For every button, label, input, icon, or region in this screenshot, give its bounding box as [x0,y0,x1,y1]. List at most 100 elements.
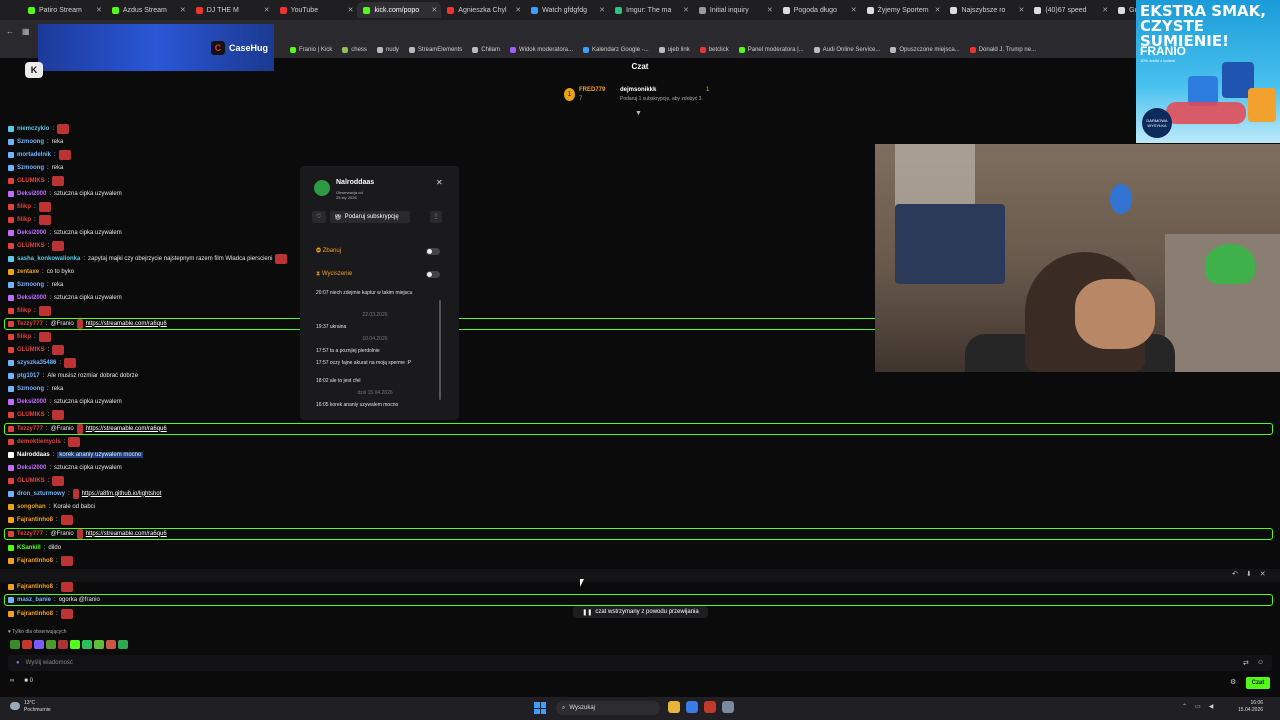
chat-link[interactable]: https://streamable.com/ra6qu6 [86,426,167,432]
ban-row[interactable]: ⛔︎ Zbanuj [316,245,440,257]
chat-username[interactable]: masz_banie [17,597,51,603]
user-card-name[interactable]: Nalroddaas [336,179,374,186]
chat-message[interactable]: masz_banie: ogorka @franio [8,593,100,606]
chat-username[interactable]: Nalroddaas [17,452,50,458]
browser-tab[interactable]: Watch gfdgfdg ✕ [525,2,609,18]
chat-username[interactable]: GLUMIKS [17,347,45,353]
chat-message[interactable]: GLUMIKS: [8,239,65,252]
tab-close-icon[interactable]: ✕ [431,6,437,14]
message-history[interactable]: 20:07 niech zdejmie kaptur w takim miejs… [310,290,440,414]
chat-username[interactable]: Szmoong [17,165,44,171]
emote-7[interactable] [82,640,92,649]
chat-message[interactable]: filikp: [8,200,51,213]
bookmark-item[interactable]: betclick [699,47,729,53]
reply-icon[interactable]: ↶ [1232,570,1238,578]
top-gifter-name[interactable]: FRED779 [579,87,605,93]
chat-username[interactable]: filikp [17,204,31,210]
chat-username[interactable]: GLUMIKS [17,478,45,484]
tab-close-icon[interactable]: ✕ [96,6,102,14]
chat-username[interactable]: Szmoong [17,386,44,392]
franio-ad[interactable]: EKSTRA SMAK, CZYSTE SUMIENIE! FRANIO 10%… [1136,0,1280,143]
chat-username[interactable]: filikp [17,334,31,340]
bookmark-item[interactable]: Opuszczone miejsca... [890,47,960,53]
settings-gear-icon[interactable]: ⚙ [1230,678,1236,686]
follow-heart-icon[interactable]: ♡ [312,211,326,223]
chat-message[interactable]: GLUMIKS: [8,474,65,487]
chat-message[interactable]: ptg1017: Ale musisz rozmiar dobrać dobrze [8,369,138,382]
browser-tab[interactable]: Initial inquiry ✕ [693,2,777,18]
tab-close-icon[interactable]: ✕ [1018,6,1024,14]
chat-username[interactable]: zentaxe [17,269,39,275]
emote-6[interactable] [70,640,80,649]
bookmark-item[interactable]: Donald J. Trump ne... [969,47,1036,53]
chat-username[interactable]: Tezzy777 [17,531,43,537]
tab-close-icon[interactable]: ✕ [683,6,689,14]
chat-input[interactable]: ● Wyślij wiadomość [8,655,1272,671]
browser-tab[interactable]: kick.com/popo ✕ [357,2,442,18]
emote-8[interactable] [94,640,104,649]
settings-icon[interactable] [722,701,734,713]
chat-username[interactable]: filikp [17,217,31,223]
weather-widget[interactable]: 13°C Pochmurnie [10,700,51,714]
chat-message[interactable]: demoktiemyols: [8,435,81,448]
chat-message[interactable]: filikp: [8,213,51,226]
chat-message[interactable]: zentaxe: co to byko [8,265,74,278]
emote-5[interactable] [58,640,68,649]
tab-close-icon[interactable]: ✕ [264,6,270,14]
chat-username[interactable]: mortadelnik [17,152,51,158]
chat-message[interactable]: filikp: [8,304,51,317]
chat-username[interactable]: Deksi2000 [17,465,46,471]
browser-tab[interactable]: Żyjemy Sportem ✕ [861,2,945,18]
chat-username[interactable]: dron_szturmowy [17,491,65,497]
chat-message[interactable]: Fajrantinho8: [8,513,73,526]
chat-link[interactable]: https://streamable.com/ra6qu6 [86,531,167,537]
webcam-video[interactable] [875,144,1280,372]
points-counter[interactable]: ■ 0 [24,678,33,684]
chat-username[interactable]: niemczykio [17,126,49,132]
delete-icon[interactable]: ✕ [1260,570,1266,578]
chat-username[interactable]: songohan [17,504,46,510]
bookmark-item[interactable]: chess [342,47,367,53]
chat-message[interactable]: Szmoong: reka [8,135,63,148]
collapse-chevron-icon[interactable]: ▼ [635,110,642,117]
chat-username[interactable]: szyszka35486 [17,360,56,366]
emote-1[interactable] [10,640,20,649]
tab-close-icon[interactable]: ✕ [935,6,941,14]
chat-message[interactable]: Szmoong: reka [8,161,63,174]
chat-message[interactable]: KSankill: dildo [8,541,61,554]
bookmark-item[interactable]: ujeb link [658,47,690,53]
chat-message[interactable]: mortadelnik: [8,148,71,161]
tab-close-icon[interactable]: ✕ [851,6,857,14]
send-chat-button[interactable]: Czat [1246,677,1270,689]
taskbar-clock[interactable]: 16:06 15.04.2026 [1238,700,1263,714]
chat-message[interactable]: Tezzy777: @Franio https://streamable.com/r… [8,527,167,540]
emote-2[interactable] [22,640,32,649]
pin-icon[interactable]: ⬇ [1246,570,1252,578]
chat-username[interactable]: ptg1017 [17,373,40,379]
chat-message[interactable]: Deksi2000: sztuczna cipka uzywalem [8,291,122,304]
chat-message[interactable]: GLUMIKS: [8,343,65,356]
chat-message[interactable]: niemczykio: [8,122,70,135]
chat-message[interactable]: GLUMIKS: [8,174,65,187]
chat-username[interactable]: Tezzy777 [17,426,43,432]
chat-link[interactable]: https://a8fm.github.io/lightshot [82,491,162,497]
tab-close-icon[interactable]: ✕ [180,6,186,14]
chat-message[interactable]: Tezzy777: @Franio https://streamable.com/r… [8,422,167,435]
chat-message[interactable]: Tezzy777: @Franio https://streamable.com/r… [8,317,167,330]
bookmark-item[interactable]: Kalendarz Google -... [583,47,649,53]
mute-row[interactable]: ⧗ Wyciszenie [316,268,440,280]
chat-username[interactable]: demoktiemyols [17,439,61,445]
chat-username[interactable]: GLUMIKS [17,243,45,249]
chat-username[interactable]: filikp [17,308,31,314]
chat-message[interactable]: Deksi2000: sztuczna cipka uzywalem [8,187,122,200]
chat-username[interactable]: Tezzy777 [17,321,43,327]
bookmark-item[interactable]: Panel moderatora |... [738,47,804,53]
chat-username[interactable]: Fajrantinho8 [17,517,53,523]
tab-close-icon[interactable]: ✕ [348,6,354,14]
bookmark-item[interactable]: Chiłam [472,47,500,53]
chat-message[interactable]: Fajrantinho8: [8,607,73,620]
chat-message[interactable]: Deksi2000: sztuczna cipka uzywalem [8,395,122,408]
chat-username[interactable]: Deksi2000 [17,230,46,236]
chat-username[interactable]: Fajrantinho8 [17,558,53,564]
chat-message[interactable]: Nalroddaas: korek ananiy uzywalem mocno [8,448,144,461]
